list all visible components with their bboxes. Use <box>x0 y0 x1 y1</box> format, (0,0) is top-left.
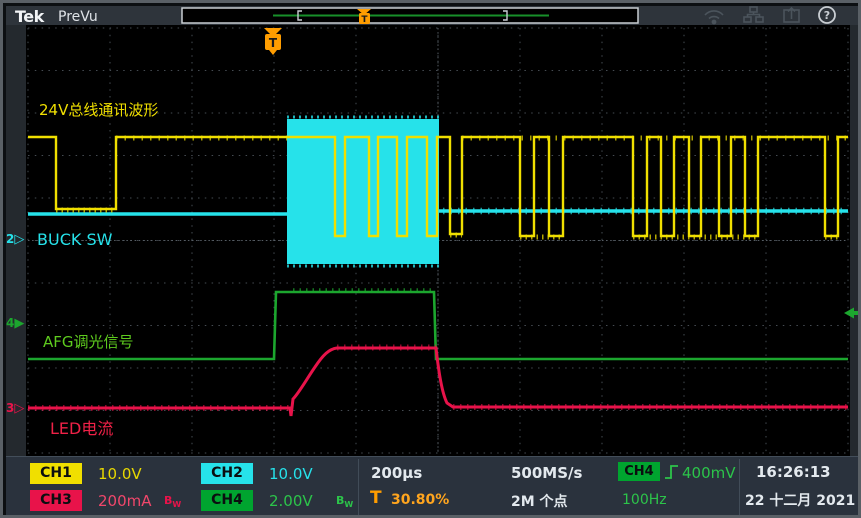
clock-date: 22 十二月 2021 <box>745 490 855 510</box>
ch1-wave-label: 24V总线通讯波形 <box>39 99 158 120</box>
ch4-scale: 2.00V <box>269 492 313 510</box>
timebase-readout: 200µs <box>371 464 422 482</box>
clock-time: 16:26:13 <box>756 463 831 481</box>
record-length-readout: 2M 个点 <box>511 491 568 511</box>
statusbar-divider <box>358 459 359 515</box>
ch4-badge[interactable]: CH4 <box>201 490 253 511</box>
ch3-scale: 200mA <box>98 492 152 510</box>
status-bar: CH1 10.0V CH2 10.0V CH3 200mA BW CH4 2.0… <box>6 456 858 516</box>
trigger-frequency-readout: 100Hz <box>622 492 667 508</box>
ch2-position-marker[interactable]: 2▷ <box>6 232 24 247</box>
graticule-area <box>26 25 850 456</box>
top-bar: Tek PreVu <box>6 6 858 25</box>
ch3-badge[interactable]: CH3 <box>30 490 82 511</box>
ch1-scale: 10.0V <box>98 465 142 483</box>
ch3-position-marker[interactable]: 3▷ <box>6 401 24 416</box>
ch2-marker-arrow-icon: ▷ <box>14 232 24 247</box>
ch2-wave-label: BUCK SW <box>37 230 112 249</box>
acquisition-status: PreVu <box>58 9 98 25</box>
ch1-badge[interactable]: CH1 <box>30 463 82 484</box>
ch3-marker-arrow-icon: ▷ <box>14 401 24 416</box>
tek-logo: Tek <box>15 7 44 26</box>
ch4-bandwidth-limit-icon: BW <box>336 494 353 509</box>
ch4-wave-label: AFG调光信号 <box>43 331 134 352</box>
ch3-wave-label: LED电流 <box>50 415 113 439</box>
rising-edge-icon <box>664 464 680 480</box>
ch3-bandwidth-limit-icon: BW <box>164 494 181 509</box>
statusbar-divider <box>739 459 740 515</box>
trigger-symbol: T <box>370 488 382 508</box>
trigger-source-badge[interactable]: CH4 <box>618 462 660 481</box>
sample-rate-readout: 500MS/s <box>511 464 582 482</box>
trigger-level-readout: 400mV <box>682 464 736 482</box>
ch4-position-marker[interactable]: 4▶ <box>6 316 24 331</box>
ch2-badge[interactable]: CH2 <box>201 463 253 484</box>
oscilloscope-screen: Tek PreVu T <box>0 0 861 518</box>
trigger-position-readout: 30.80% <box>391 492 449 508</box>
ch2-scale: 10.0V <box>269 465 313 483</box>
ch4-marker-arrow-icon: ▶ <box>14 316 24 331</box>
